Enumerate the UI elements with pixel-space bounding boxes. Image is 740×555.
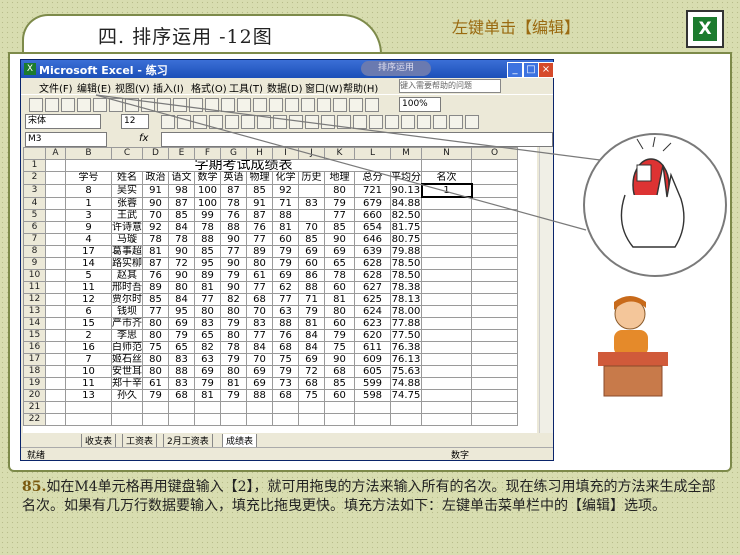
mouse-hand-icon: [620, 136, 685, 248]
mouse-click-callout: [583, 133, 727, 277]
thinking-person-icon: [598, 296, 668, 397]
caption-text: 如在M4单元格再用键盘输入【2】，就可用拖曳的方法来输入所有的名次。现在练习用填…: [22, 479, 716, 514]
caption: 85.如在M4单元格再用键盘输入【2】，就可用拖曳的方法来输入所有的名次。现在练…: [22, 478, 722, 516]
callout-line-top: [95, 94, 601, 161]
caption-number: 85.: [22, 479, 47, 495]
callout-line-bottom: [95, 94, 587, 231]
callout-lines: [95, 94, 601, 231]
